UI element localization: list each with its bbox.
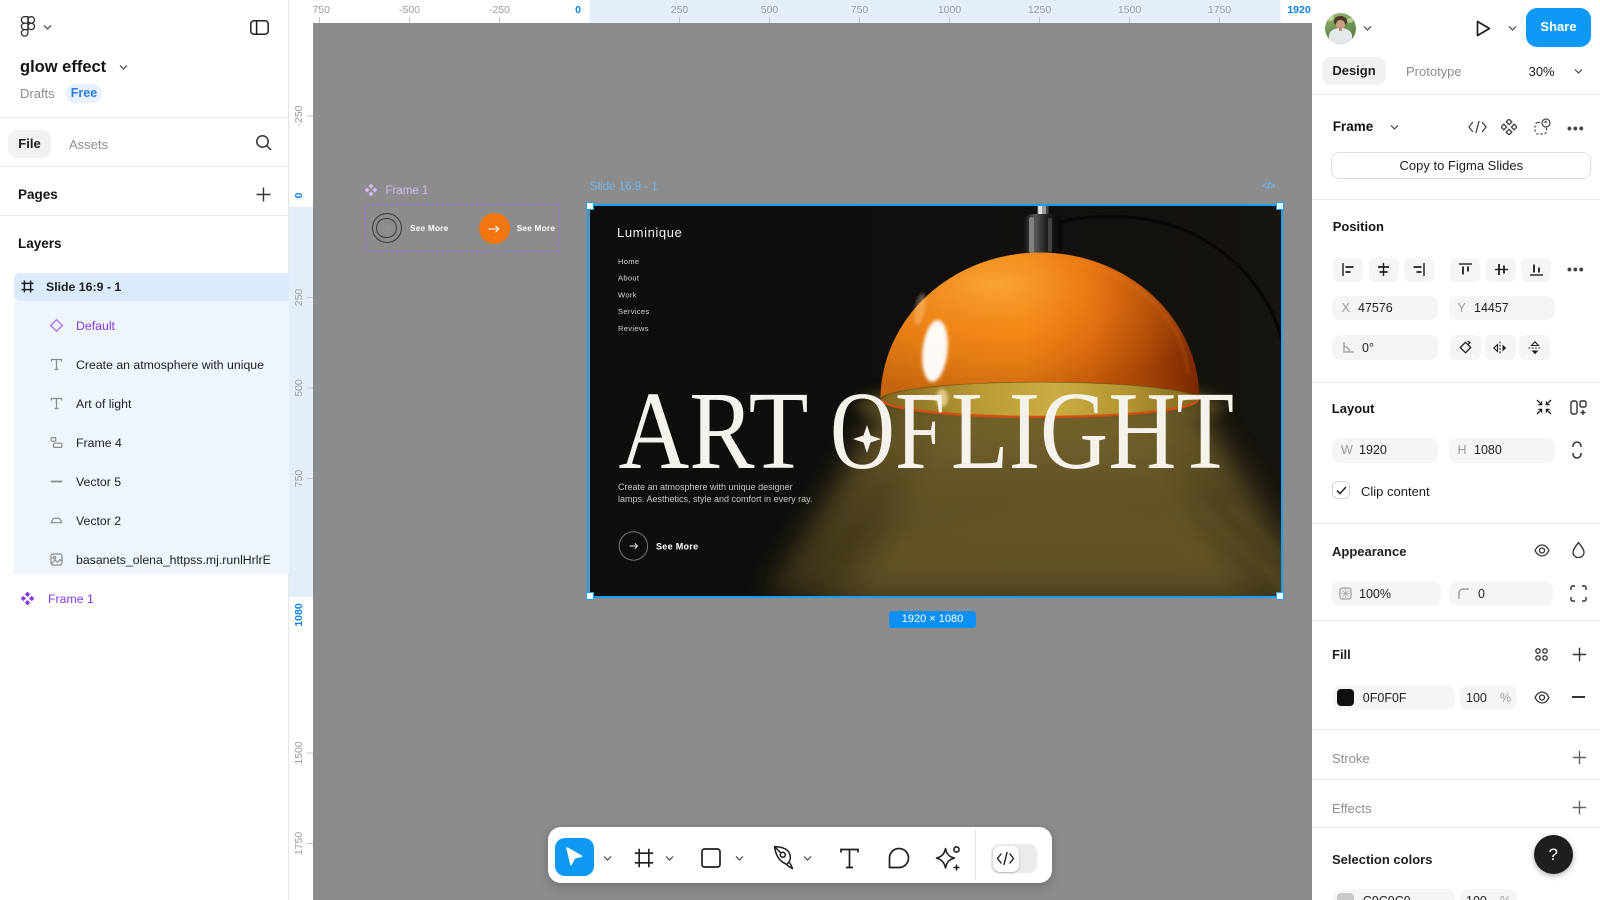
- svg-text:1500: 1500: [293, 741, 305, 765]
- svg-text:1920: 1920: [1287, 4, 1311, 16]
- svg-text:-250: -250: [293, 105, 305, 126]
- svg-text:1080: 1080: [293, 603, 305, 627]
- svg-text:0: 0: [293, 192, 305, 198]
- svg-text:500: 500: [761, 4, 779, 16]
- svg-text:750: 750: [851, 4, 869, 16]
- svg-text:750: 750: [293, 470, 305, 488]
- svg-text:-500: -500: [399, 4, 420, 16]
- svg-text:-250: -250: [489, 4, 510, 16]
- svg-text:500: 500: [293, 379, 305, 397]
- svg-text:1750: 1750: [293, 832, 305, 856]
- svg-text:1000: 1000: [938, 4, 962, 16]
- svg-text:1500: 1500: [1118, 4, 1142, 16]
- svg-text:1750: 1750: [1208, 4, 1232, 16]
- svg-text:250: 250: [671, 4, 689, 16]
- svg-text:250: 250: [293, 289, 305, 307]
- svg-text:1250: 1250: [1028, 4, 1052, 16]
- svg-text:0: 0: [575, 4, 581, 16]
